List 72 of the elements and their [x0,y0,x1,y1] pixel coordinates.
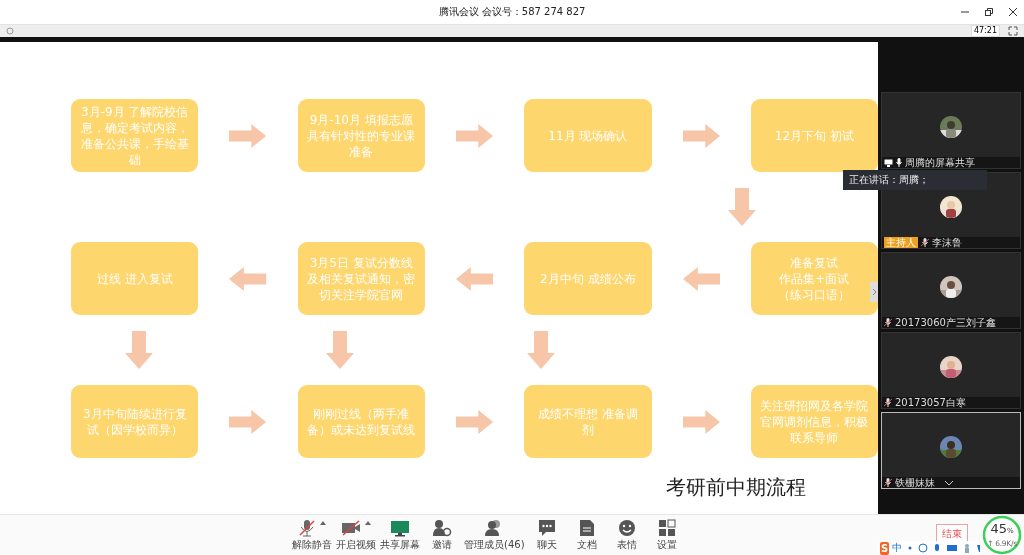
collapse-handle[interactable] [870,282,878,302]
flow-step: 3月-9月 了解院校信息，确定考试内容，准备公共课，手绘基础 [71,99,199,172]
close-icon[interactable] [1008,7,1018,17]
arrow-icon [728,188,756,226]
participant-name: 铁栅妹妹 [895,477,935,488]
flow-step: 关注研招网及各学院官网调剂信息，积极联系导师 [750,385,879,458]
arrow-icon [527,331,555,369]
flow-step: 9月-10月 填报志愿具有针对性的专业课准备 [297,99,425,172]
toolbar-button[interactable]: 聊天 [526,518,567,552]
arrow-icon [229,408,267,435]
muted-microphone-icon [884,318,892,327]
screen-share-icon [390,519,410,537]
fullscreen-icon[interactable] [1008,26,1018,36]
participant-name: 20173060产三刘子鑫 [895,317,996,328]
participant-tile[interactable]: 铁栅妹妹 [881,412,1021,489]
flow-step: 准备复试 作品集+面试 （练习口语） [750,242,879,315]
arrow-icon [455,408,494,435]
arrow-icon [326,331,354,369]
slide-caption: 考研前中期流程 [666,474,806,501]
toolbar-button[interactable]: 文档 [566,518,607,552]
chevron-down-icon[interactable] [944,480,954,486]
arrow-icon [682,408,720,435]
host-badge: 主持人 [884,237,918,248]
arrow-icon [455,265,494,292]
flow-step: 11月 现场确认 [524,99,652,172]
participant-tile[interactable]: 20173057白寒 [881,332,1021,409]
flow-step: 3月5日 复试分数线及相关复试通知，密切关注学院官网 [297,242,425,315]
restore-icon[interactable] [984,7,994,17]
flow-step: 2月中旬 成绩公布 [524,242,652,315]
flow-step: 过线 进入复试 [71,242,199,315]
muted-microphone-icon [884,398,892,407]
end-button[interactable]: 结束 [936,524,968,544]
toolbar-button[interactable]: 共享屏幕 [378,518,422,552]
chevron-right-icon [871,288,877,296]
screen-icon [884,158,893,167]
meeting-timer: 47:21 [970,25,1000,37]
ime-mode[interactable]: 中 [892,541,903,555]
flow-step: 成绩不理想 准备调剂 [524,385,652,458]
chat-icon [537,519,556,537]
toolbar-button[interactable]: 表情 [606,518,647,552]
flow-step: 刚刚过线（两手准备）或未达到复试线 [297,385,425,458]
window-title: 腾讯会议 会议号：587 274 827 [438,5,586,19]
grid-icon [657,519,676,537]
arrow-icon [125,331,153,369]
flow-step: 12月下旬 初试 [750,99,879,172]
toolbar-button[interactable]: 解除静音 [290,518,334,552]
speaking-tooltip: 正在讲话：周腾； [843,170,987,190]
toolbar-button[interactable]: 管理成员(46) [462,518,527,552]
microphone-icon [896,158,902,167]
muted-microphone-icon [921,238,929,247]
muted-microphone-icon [298,519,316,537]
arrow-icon [682,122,720,149]
arrow-icon [682,265,720,292]
arrow-icon [229,122,267,149]
document-icon [578,519,595,537]
participant-tile[interactable]: 周腾的屏幕共享 [881,92,1021,169]
participant-tile[interactable]: 20173060产三刘子鑫 [881,252,1021,329]
arrow-icon [455,122,494,149]
toolbar-button[interactable]: 开启视频 [334,518,378,552]
caret-icon[interactable] [320,521,326,525]
participant-name: 李沫鲁 [932,237,962,248]
video-off-icon [341,519,361,537]
caret-icon[interactable] [365,521,371,525]
add-person-icon [432,519,452,537]
participant-name: 周腾的屏幕共享 [905,157,975,168]
arrow-icon [229,265,267,292]
flow-step: 3月中旬陆续进行复试（因学校而异） [71,385,199,458]
toolbar-button[interactable]: 邀请 [422,518,462,552]
muted-microphone-icon [884,478,892,487]
participant-name: 20173057白寒 [895,397,966,408]
toolbar-button[interactable]: 设置 [646,518,687,552]
smiley-icon [617,519,636,537]
